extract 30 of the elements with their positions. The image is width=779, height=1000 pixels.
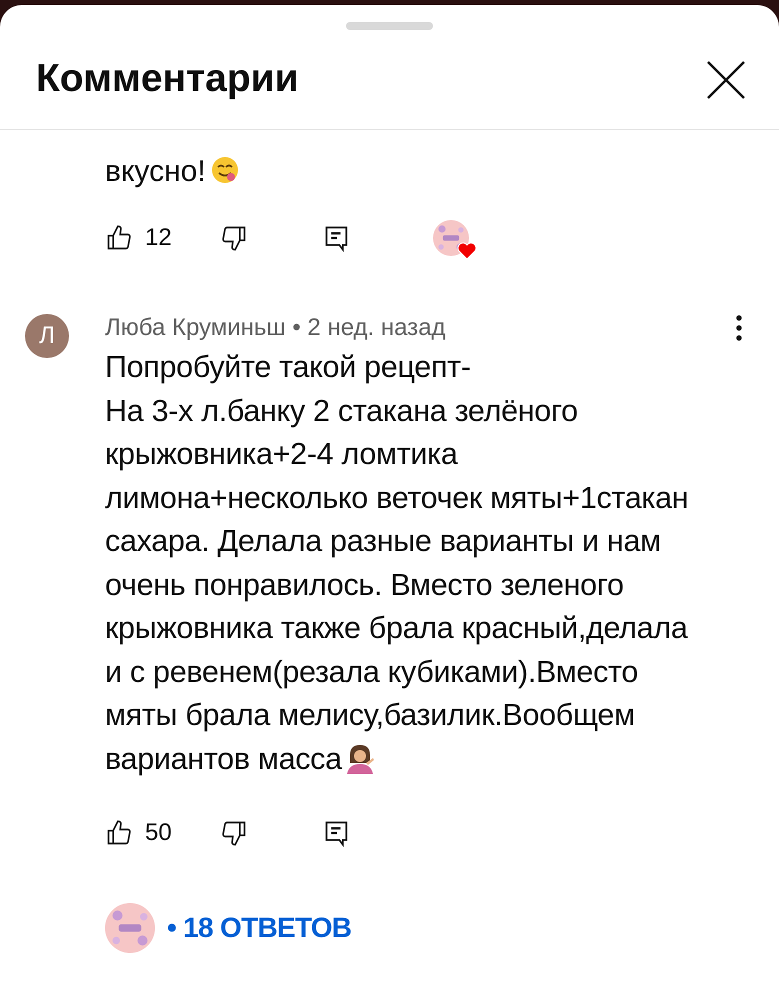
smiling-face-icon bbox=[210, 155, 240, 185]
comment-text: Попробуйте такой рецепт- bbox=[105, 349, 472, 386]
comment-text: и с ревенем(резала кубиками).Вместо bbox=[105, 654, 640, 690]
comment-text: сахара. Делала разные варианты и нам bbox=[105, 523, 662, 560]
comment-text: вкусно! bbox=[105, 150, 747, 194]
thumbs-down-icon bbox=[220, 224, 248, 252]
comment-text: мяты брала мелису,базилик.Вообщем bbox=[105, 697, 636, 734]
comment-text: крыжовника также брала красный,делала bbox=[105, 610, 689, 647]
thumbs-up-icon bbox=[105, 224, 133, 252]
comment-meta: Люба Круминьш • 2 нед. назад bbox=[105, 313, 446, 343]
close-icon bbox=[705, 58, 747, 100]
thumbs-up-icon bbox=[105, 819, 133, 847]
comment-text: крыжовника+2-4 ломтика bbox=[105, 436, 459, 473]
thumbs-down-icon bbox=[220, 819, 248, 847]
comment-text: вариантов масса bbox=[105, 738, 743, 781]
like-button[interactable]: 12 bbox=[105, 220, 172, 256]
channel-avatar bbox=[105, 903, 155, 953]
close-button[interactable] bbox=[705, 58, 747, 100]
replies-link[interactable]: • 18 ОТВЕТОВ bbox=[167, 907, 352, 949]
comment-text: лимона+несколько веточек мяты+1стакан bbox=[105, 480, 690, 516]
comment-text: На 3-х л.банку 2 стакана зелёного bbox=[105, 392, 579, 430]
more-icon bbox=[735, 314, 743, 342]
drag-handle[interactable] bbox=[346, 22, 433, 30]
more-button[interactable] bbox=[735, 314, 743, 342]
comment-text: очень понравилось. Вместо зеленого bbox=[105, 566, 625, 604]
panel-title: Комментарии bbox=[36, 56, 299, 102]
avatar[interactable]: Л bbox=[25, 314, 69, 358]
like-button[interactable]: 50 bbox=[105, 815, 172, 851]
dislike-button[interactable] bbox=[220, 819, 248, 847]
dislike-button[interactable] bbox=[220, 224, 248, 252]
